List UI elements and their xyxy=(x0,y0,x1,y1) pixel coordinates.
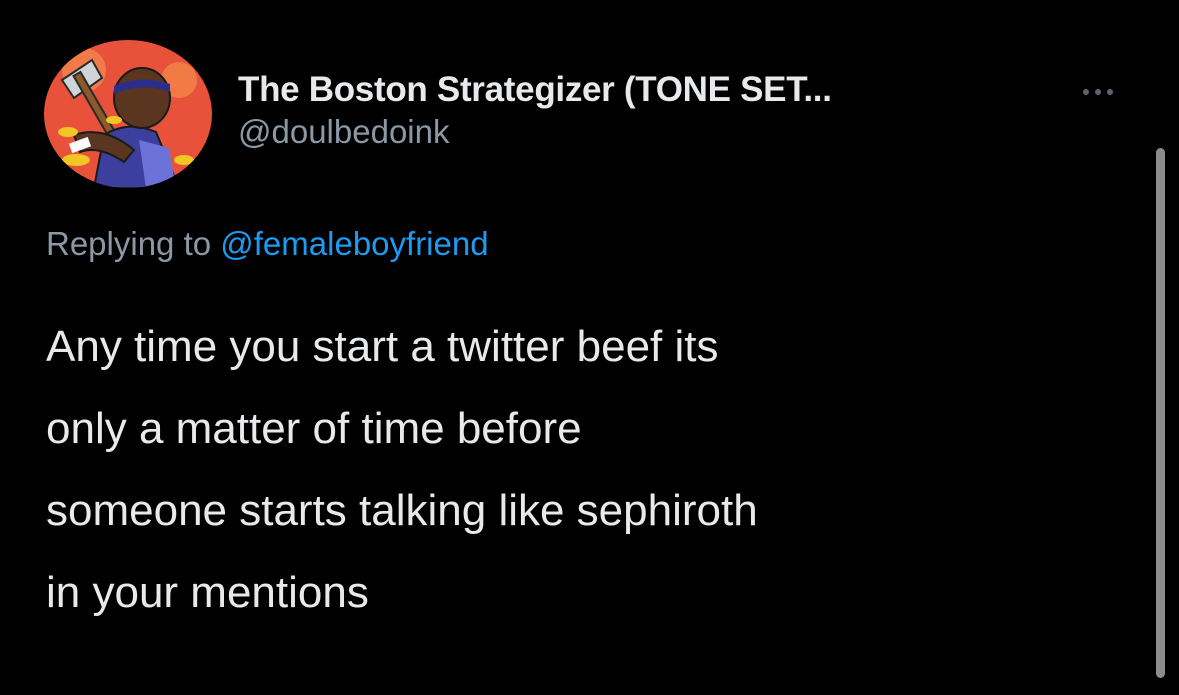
avatar[interactable] xyxy=(44,40,212,188)
author-handle[interactable]: @doulbedoink xyxy=(238,112,832,152)
more-options-button[interactable] xyxy=(1070,80,1126,104)
replying-to-label: Replying to xyxy=(46,225,221,262)
scrollbar[interactable] xyxy=(1156,148,1165,678)
ellipsis-icon xyxy=(1107,89,1113,95)
ellipsis-icon xyxy=(1095,89,1101,95)
ellipsis-icon xyxy=(1083,89,1089,95)
author-display-name[interactable]: The Boston Strategizer (TONE SET... xyxy=(238,68,832,112)
author-info[interactable]: The Boston Strategizer (TONE SET... @dou… xyxy=(238,68,832,152)
profile-avatar-illustration xyxy=(44,40,212,188)
reply-mention-link[interactable]: @femaleboyfriend xyxy=(220,225,488,262)
tweet-text: Any time you start a twitter beef its on… xyxy=(46,322,758,617)
replying-to-line: Replying to @femaleboyfriend xyxy=(46,222,489,266)
tweet[interactable]: The Boston Strategizer (TONE SET... @dou… xyxy=(0,0,1179,695)
